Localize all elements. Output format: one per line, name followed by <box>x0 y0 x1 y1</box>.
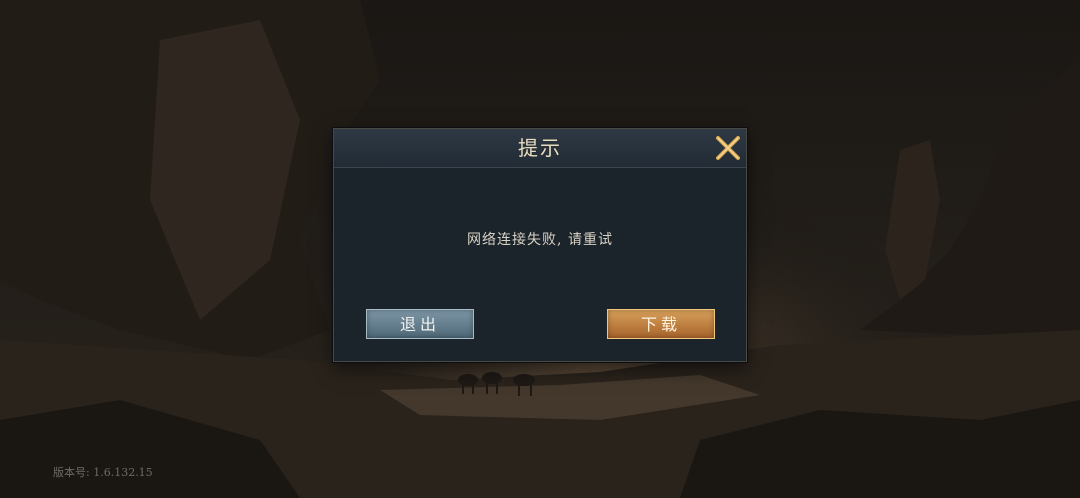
download-button[interactable]: 下载 <box>607 309 715 339</box>
close-button[interactable] <box>714 134 742 162</box>
version-label: 版本号: 1.6.132.15 <box>53 466 153 479</box>
close-x-icon <box>716 136 740 160</box>
dialog-message: 网络连接失败, 请重试 <box>467 232 613 248</box>
dialog-title: 提示 <box>518 136 562 160</box>
exit-button[interactable]: 退出 <box>366 309 474 339</box>
alert-dialog: 提示 网络连接失败, 请重试 退出 下载 <box>333 128 747 362</box>
